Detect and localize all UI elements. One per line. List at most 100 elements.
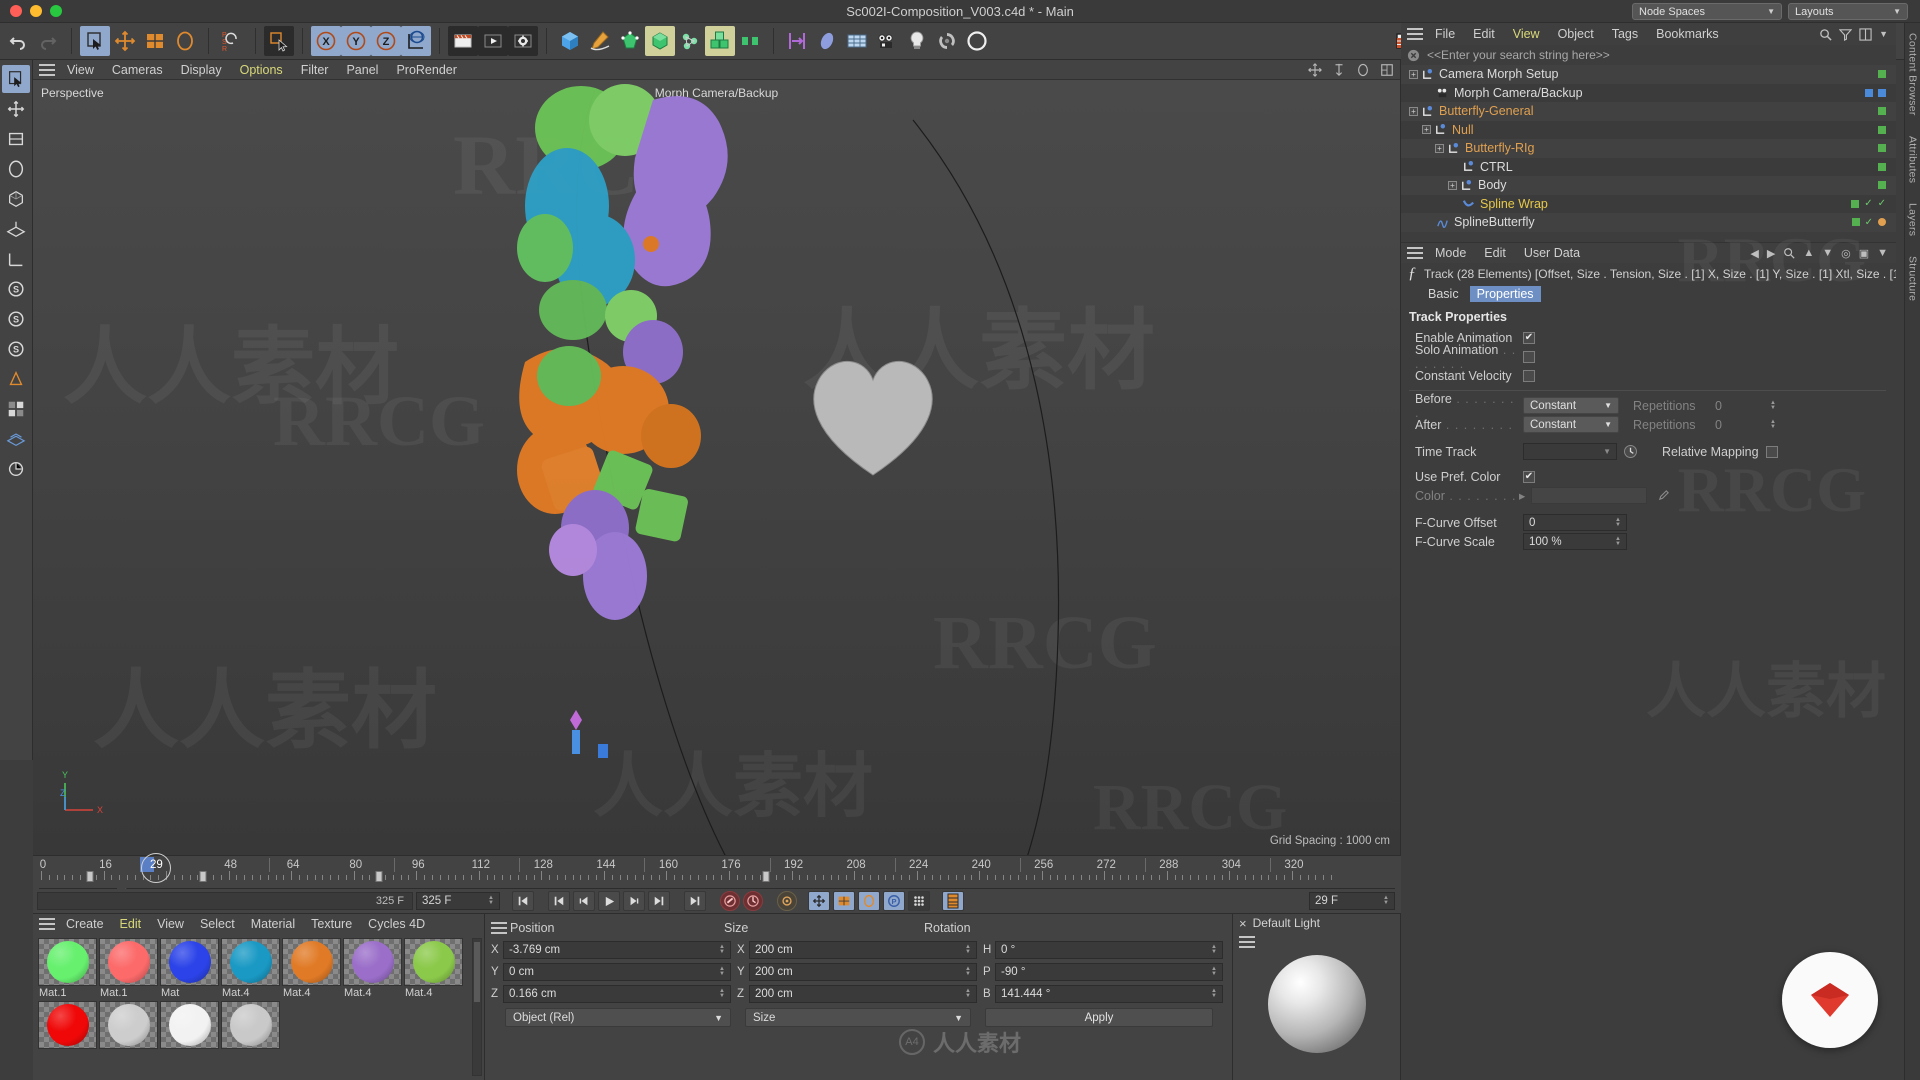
timeline-keyframe-marker[interactable]: [86, 871, 93, 882]
om-menu-edit[interactable]: Edit: [1464, 27, 1504, 41]
scrollbar-thumb[interactable]: [474, 942, 480, 1002]
viewport-canvas[interactable]: Perspective Morph Camera/Backup 人人素材 RRC…: [33, 80, 1400, 855]
stepper-icon[interactable]: ▲▼: [480, 896, 494, 906]
am-menu-mode[interactable]: Mode: [1426, 246, 1475, 260]
material-swatch[interactable]: Mat.4: [221, 938, 280, 999]
texture-axis-icon[interactable]: [2, 365, 30, 393]
tag-green-icon[interactable]: [1878, 107, 1886, 115]
go-to-end-icon[interactable]: [684, 891, 706, 911]
live-selection-icon[interactable]: [80, 26, 110, 56]
down-arrow-icon[interactable]: ▼: [1822, 247, 1833, 259]
stepper-icon[interactable]: ▲▼: [957, 967, 971, 977]
previous-key-icon[interactable]: [548, 891, 570, 911]
butterfly-geometry[interactable]: [503, 80, 833, 700]
camera-icon[interactable]: [872, 26, 902, 56]
timeline-preview-end-field[interactable]: 325 F ▲▼: [416, 892, 500, 910]
render-view-icon[interactable]: [448, 26, 478, 56]
timeline-ruler[interactable]: 0164864809611212814416017619220822424025…: [33, 856, 1401, 886]
apply-button[interactable]: Apply: [985, 1008, 1213, 1027]
tree-expander-icon[interactable]: +: [1435, 144, 1444, 153]
tab-properties[interactable]: Properties: [1470, 286, 1541, 302]
object-tree-row[interactable]: Morph Camera/Backup: [1401, 84, 1896, 103]
deformer-bulge-icon[interactable]: [812, 26, 842, 56]
object-tree-row[interactable]: + Butterfly-RIg: [1401, 139, 1896, 158]
rotate-tool-icon[interactable]: [2, 155, 30, 183]
search-attr-icon[interactable]: [1783, 247, 1795, 259]
previous-frame-icon[interactable]: [573, 891, 595, 911]
size-y-field[interactable]: 200 cm ▲▼: [749, 963, 977, 981]
timeline-keyframe-marker[interactable]: [763, 871, 770, 882]
material-scrollbar[interactable]: [472, 938, 482, 1076]
viewport-menu-cameras[interactable]: Cameras: [103, 60, 172, 80]
color-swatch[interactable]: [1531, 487, 1647, 504]
clear-search-icon[interactable]: [1407, 49, 1420, 62]
object-tags[interactable]: [1865, 89, 1886, 97]
back-arrow-icon[interactable]: ◀: [1750, 247, 1758, 260]
zoom-view-icon[interactable]: [1332, 63, 1346, 77]
edge-tab-attributes[interactable]: Attributes: [1907, 136, 1919, 183]
before-repetitions-value[interactable]: 0: [1715, 399, 1722, 413]
viewport-menu-options[interactable]: Options: [231, 60, 292, 80]
material-grid[interactable]: Mat.1Mat.1MatMat.4Mat.4Mat.4Mat.4: [33, 934, 484, 1050]
material-swatch[interactable]: Mat.4: [282, 938, 341, 999]
deformer-icon[interactable]: [645, 26, 675, 56]
world-coords-icon[interactable]: [401, 26, 431, 56]
material-swatch[interactable]: Mat.1: [38, 938, 97, 999]
go-to-start-icon[interactable]: [512, 891, 534, 911]
before-dropdown[interactable]: Constant ▼: [1523, 397, 1619, 414]
attribute-menu-icon[interactable]: [1407, 247, 1423, 259]
morph-target-geometry[interactable]: [803, 350, 943, 480]
scale-icon[interactable]: [140, 26, 170, 56]
material-preview[interactable]: [282, 938, 341, 986]
tag-blue-icon[interactable]: [1865, 89, 1873, 97]
use-pref-color-checkbox[interactable]: ✔: [1523, 471, 1535, 483]
node-spaces-dropdown[interactable]: Node Spaces ▼: [1632, 3, 1782, 20]
scale-tool-icon[interactable]: [2, 125, 30, 153]
om-menu-view[interactable]: View: [1504, 27, 1549, 41]
stepper-icon[interactable]: ▲▼: [1607, 518, 1621, 528]
enable-axis-icon[interactable]: [2, 395, 30, 423]
object-axis-icon[interactable]: [2, 245, 30, 273]
next-frame-icon[interactable]: [623, 891, 645, 911]
live-selection-tool-icon[interactable]: [2, 65, 30, 93]
pla-key-icon[interactable]: [908, 891, 930, 911]
material-menu-create[interactable]: Create: [58, 917, 112, 931]
object-name[interactable]: Butterfly-RIg: [1465, 141, 1534, 155]
camera-morph-icon[interactable]: [1436, 86, 1449, 99]
search-icon[interactable]: [1819, 28, 1832, 41]
chevron-down-icon[interactable]: ▼: [1877, 247, 1888, 259]
object-tags[interactable]: [1878, 144, 1886, 152]
keyframe-selection-icon[interactable]: [777, 891, 797, 911]
object-name[interactable]: Morph Camera/Backup: [1454, 86, 1583, 100]
stepper-icon[interactable]: ▲▼: [1375, 896, 1389, 906]
tree-expander-icon[interactable]: +: [1409, 70, 1418, 79]
stepper-icon[interactable]: ▲▼: [1762, 401, 1776, 411]
stepper-icon[interactable]: ▲▼: [711, 989, 725, 999]
tag-check-icon[interactable]: ✓: [1878, 198, 1886, 209]
material-swatch[interactable]: Mat.4: [404, 938, 463, 999]
stepper-icon[interactable]: ▲▼: [957, 945, 971, 955]
null-object-icon[interactable]: [1447, 142, 1460, 155]
generator-icon[interactable]: [615, 26, 645, 56]
om-menu-object[interactable]: Object: [1549, 27, 1603, 41]
object-name[interactable]: SplineButterfly: [1454, 215, 1535, 229]
object-tags[interactable]: [1878, 163, 1886, 171]
workplane-icon[interactable]: [2, 215, 30, 243]
next-key-icon[interactable]: [648, 891, 670, 911]
tag-green-icon[interactable]: [1878, 181, 1886, 189]
object-tree-row[interactable]: +Butterfly-General: [1401, 102, 1896, 121]
null-object-icon[interactable]: [1421, 68, 1434, 81]
scene-icon[interactable]: [675, 26, 705, 56]
object-tree-row[interactable]: CTRL: [1401, 158, 1896, 177]
stepper-icon[interactable]: ▲▼: [1762, 420, 1776, 430]
layout-icon[interactable]: [1859, 28, 1872, 41]
null-object-icon[interactable]: [1462, 160, 1475, 173]
tree-expander-icon[interactable]: +: [1409, 107, 1418, 116]
tag-check-icon[interactable]: ✓: [1864, 198, 1872, 209]
edge-tab-layers[interactable]: Layers: [1907, 203, 1919, 236]
relative-mapping-checkbox[interactable]: [1766, 446, 1778, 458]
rotate-view-icon[interactable]: [1356, 63, 1370, 77]
null-object-icon[interactable]: [1421, 105, 1434, 118]
timeline-keyframe-marker[interactable]: [200, 871, 207, 882]
tag-warning-icon[interactable]: [1878, 218, 1886, 226]
